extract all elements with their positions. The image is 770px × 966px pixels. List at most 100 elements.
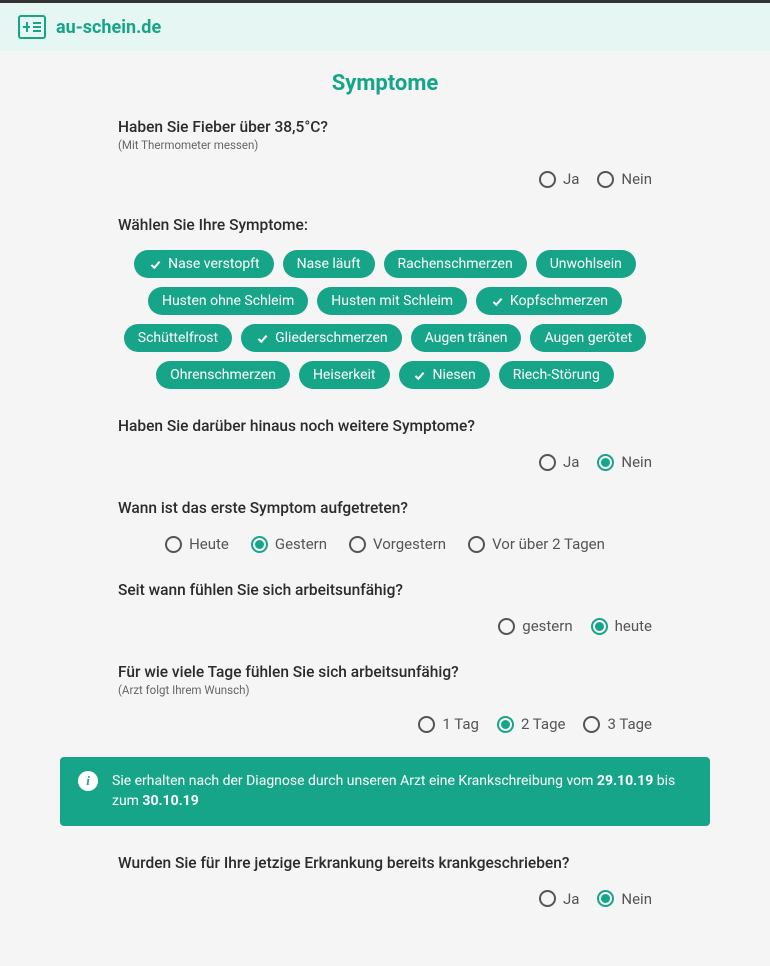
symptom-chip[interactable]: Gliederschmerzen <box>241 324 402 352</box>
symptom-chip[interactable]: Husten mit Schleim <box>317 287 467 315</box>
radio-option[interactable]: Ja <box>539 453 579 471</box>
chip-label: Ohrenschmerzen <box>170 367 276 383</box>
chip-label: Kopfschmerzen <box>510 293 608 309</box>
question-more-symptoms: Haben Sie darüber hinaus noch weitere Sy… <box>118 417 652 471</box>
info-icon: i <box>78 771 98 791</box>
radio-circle-icon <box>539 890 556 907</box>
chip-label: Husten mit Schleim <box>331 293 453 309</box>
question-already-sick-note: Wurden Sie für Ihre jetzige Erkrankung b… <box>118 854 652 908</box>
chip-label: Husten ohne Schleim <box>162 293 294 309</box>
radio-label: Vorgestern <box>373 535 446 553</box>
chip-label: Nase läuft <box>297 256 361 272</box>
chip-label: Schüttelfrost <box>138 330 218 346</box>
symptom-chip[interactable]: Augen gerötet <box>530 324 646 352</box>
chip-label: Heiserkeit <box>313 367 376 383</box>
radio-option[interactable]: Ja <box>539 890 579 908</box>
symptom-chip[interactable]: Ohrenschmerzen <box>156 361 290 389</box>
radio-circle-icon <box>539 171 556 188</box>
symptom-chip[interactable]: Heiserkeit <box>299 361 390 389</box>
symptom-chip[interactable]: Husten ohne Schleim <box>148 287 308 315</box>
radio-label: Nein <box>621 170 652 188</box>
check-icon <box>255 331 269 345</box>
radio-circle-icon <box>583 716 600 733</box>
question-label: Haben Sie Fieber über 38,5°C? <box>118 118 652 136</box>
app-header: au-schein.de <box>0 3 770 51</box>
radio-label: Ja <box>563 453 579 471</box>
radio-group-since-when: gestern heute <box>118 617 652 635</box>
question-days: Für wie viele Tage fühlen Sie sich arbei… <box>118 663 652 733</box>
radio-circle-icon <box>497 716 514 733</box>
radio-option[interactable]: Nein <box>597 890 652 908</box>
radio-option[interactable]: Gestern <box>251 535 327 553</box>
check-icon <box>148 257 162 271</box>
radio-option[interactable]: Vor über 2 Tagen <box>468 535 605 553</box>
symptom-chip[interactable]: Augen tränen <box>411 324 522 352</box>
radio-label: Ja <box>563 170 579 188</box>
page-content: Symptome Haben Sie Fieber über 38,5°C? (… <box>0 51 770 966</box>
chip-label: Gliederschmerzen <box>275 330 388 346</box>
logo-icon <box>18 15 46 39</box>
radio-label: Heute <box>189 535 229 553</box>
symptom-chip[interactable]: Rachenschmerzen <box>384 250 527 278</box>
radio-option[interactable]: gestern <box>498 617 572 635</box>
question-fever: Haben Sie Fieber über 38,5°C? (Mit Therm… <box>118 118 652 188</box>
radio-option[interactable]: 3 Tage <box>583 715 652 733</box>
question-label: Haben Sie darüber hinaus noch weitere Sy… <box>118 417 652 435</box>
question-symptoms: Wählen Sie Ihre Symptome: Nase verstopft… <box>118 216 652 389</box>
symptom-chip[interactable]: Riech-Störung <box>499 361 614 389</box>
radio-option[interactable]: 2 Tage <box>497 715 566 733</box>
check-icon <box>413 368 427 382</box>
radio-option[interactable]: Nein <box>597 170 652 188</box>
radio-label: 1 Tag <box>442 715 479 733</box>
radio-option[interactable]: Heute <box>165 535 229 553</box>
radio-group-already-sick-note: Ja Nein <box>118 890 652 908</box>
radio-group-more-symptoms: Ja Nein <box>118 453 652 471</box>
symptom-chip[interactable]: Schüttelfrost <box>124 324 232 352</box>
symptom-chip[interactable]: Niesen <box>399 361 490 389</box>
radio-circle-icon <box>418 716 435 733</box>
chip-label: Nase verstopft <box>168 256 260 272</box>
check-icon <box>490 294 504 308</box>
radio-circle-icon <box>251 536 268 553</box>
radio-group-days: 1 Tag 2 Tage 3 Tage <box>118 715 652 733</box>
radio-option[interactable]: Nein <box>597 453 652 471</box>
page-title: Symptome <box>60 51 710 118</box>
radio-circle-icon <box>349 536 366 553</box>
radio-circle-icon <box>498 618 515 635</box>
info-text: Sie erhalten nach der Diagnose durch uns… <box>112 771 692 812</box>
radio-circle-icon <box>597 171 614 188</box>
chip-label: Augen tränen <box>425 330 508 346</box>
question-sublabel: (Mit Thermometer messen) <box>118 138 652 152</box>
info-text-pre: Sie erhalten nach der Diagnose durch uns… <box>112 773 597 789</box>
radio-circle-icon <box>165 536 182 553</box>
radio-circle-icon <box>597 890 614 907</box>
symptom-chip[interactable]: Nase läuft <box>283 250 375 278</box>
brand-name: au-schein.de <box>56 17 161 38</box>
question-label: Wurden Sie für Ihre jetzige Erkrankung b… <box>118 854 652 872</box>
radio-label: gestern <box>522 617 572 635</box>
question-label: Wählen Sie Ihre Symptome: <box>118 216 652 234</box>
question-onset: Wann ist das erste Symptom aufgetreten? … <box>118 499 652 553</box>
radio-label: Vor über 2 Tagen <box>492 535 605 553</box>
chip-label: Unwohlsein <box>550 256 622 272</box>
radio-group-fever: Ja Nein <box>118 170 652 188</box>
radio-option[interactable]: 1 Tag <box>418 715 479 733</box>
info-date-to: 30.10.19 <box>142 793 198 809</box>
symptom-chip[interactable]: Kopfschmerzen <box>476 287 622 315</box>
radio-option[interactable]: Ja <box>539 170 579 188</box>
radio-label: Gestern <box>275 535 327 553</box>
radio-option[interactable]: Vorgestern <box>349 535 446 553</box>
radio-label: heute <box>615 617 652 635</box>
radio-circle-icon <box>591 618 608 635</box>
radio-group-onset: Heute Gestern Vorgestern Vor über 2 Tagen <box>118 535 652 553</box>
radio-circle-icon <box>468 536 485 553</box>
symptom-chip[interactable]: Unwohlsein <box>536 250 636 278</box>
question-label: Wann ist das erste Symptom aufgetreten? <box>118 499 652 517</box>
radio-label: Ja <box>563 890 579 908</box>
symptom-chip[interactable]: Nase verstopft <box>134 250 274 278</box>
chip-label: Rachenschmerzen <box>398 256 513 272</box>
radio-option[interactable]: heute <box>591 617 652 635</box>
radio-circle-icon <box>539 454 556 471</box>
radio-label: 3 Tage <box>607 715 652 733</box>
chip-label: Augen gerötet <box>544 330 632 346</box>
